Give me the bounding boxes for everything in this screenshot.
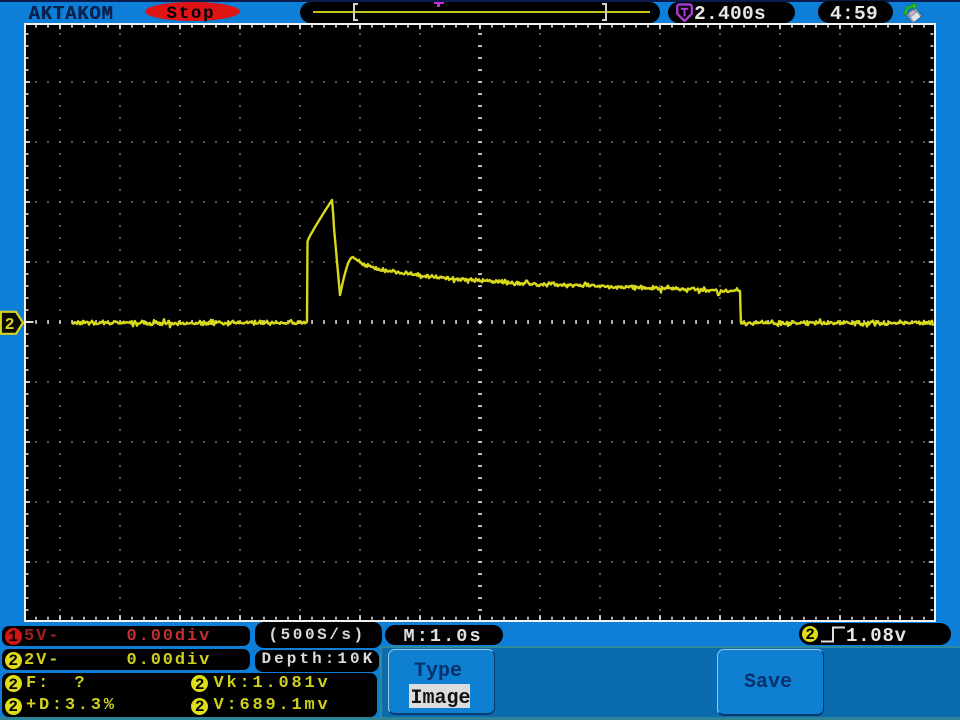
svg-text:2: 2 <box>5 315 15 334</box>
